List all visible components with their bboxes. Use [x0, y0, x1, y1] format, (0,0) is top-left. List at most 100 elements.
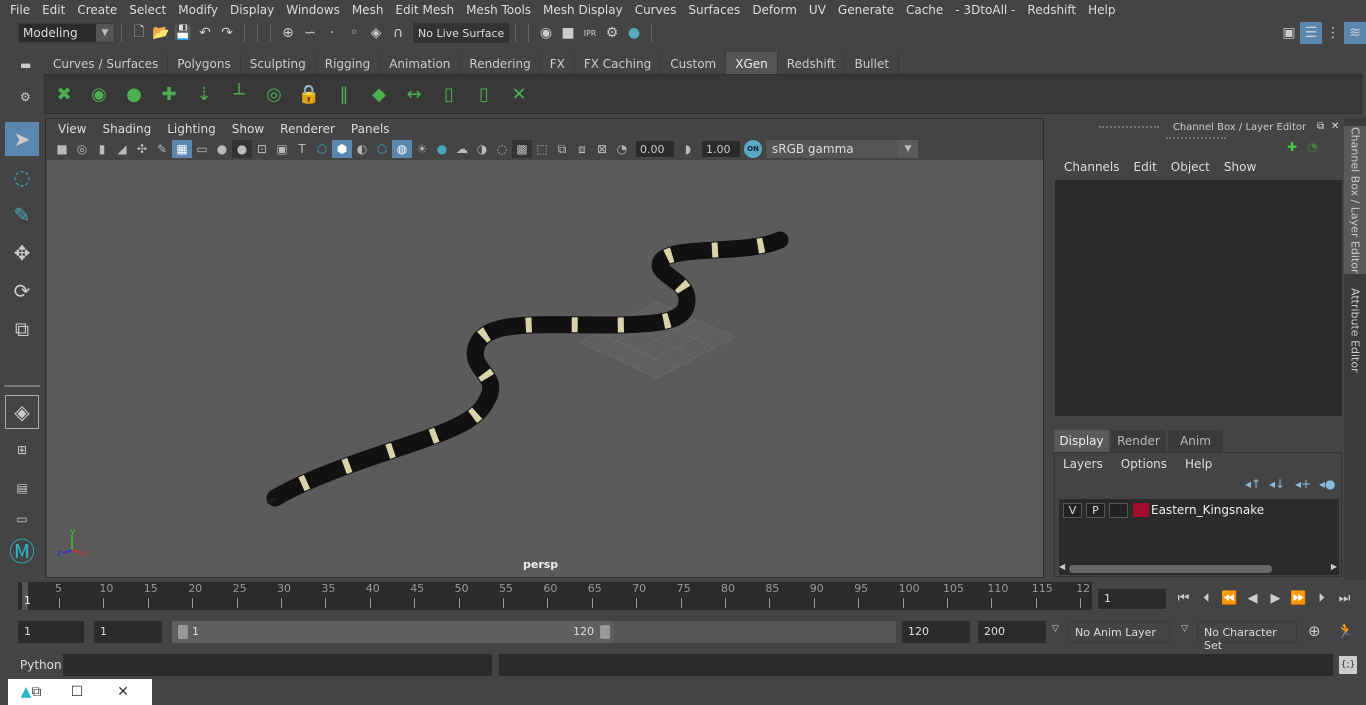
end-time-field[interactable]: 200	[978, 621, 1046, 643]
menu-modify[interactable]: Modify	[172, 3, 224, 17]
go-to-end-icon[interactable]: ⏭	[1333, 588, 1356, 608]
menu-deform[interactable]: Deform	[746, 3, 803, 17]
play-forwards-icon[interactable]: ▶	[1264, 588, 1287, 608]
paint-select-tool-icon[interactable]: ✎	[5, 198, 39, 232]
xgen-place-guides-icon[interactable]: ⇣	[189, 79, 219, 109]
graph-layout-icon[interactable]: ▭	[5, 509, 39, 529]
layer-tab-anim[interactable]: Anim	[1168, 430, 1223, 452]
menu-cache[interactable]: Cache	[900, 3, 949, 17]
channel-menu-object[interactable]: Object	[1164, 160, 1217, 174]
anim-layer-select[interactable]: No Anim Layer	[1068, 621, 1170, 643]
command-input[interactable]	[63, 654, 492, 676]
gamma-icon[interactable]: ◗	[678, 140, 698, 158]
chevron-down-icon[interactable]: ▽	[1052, 624, 1059, 634]
xgen-clear-preview-icon[interactable]: ●	[119, 79, 149, 109]
viewport-menu-show[interactable]: Show	[224, 122, 272, 136]
shelf-tab-fx-caching[interactable]: FX Caching	[574, 52, 662, 75]
xgen-preview-icon[interactable]: ◉	[84, 79, 114, 109]
snap-point-icon[interactable]: ·	[321, 22, 343, 44]
menu-mesh[interactable]: Mesh	[346, 3, 390, 17]
go-to-start-icon[interactable]: ⏮	[1172, 588, 1195, 608]
smooth-shade-icon[interactable]: ⬢	[332, 140, 352, 158]
xgen-guide-visibility-icon[interactable]: ◎	[259, 79, 289, 109]
xgen-add-guide-icon[interactable]: ┴	[224, 79, 254, 109]
menu-select[interactable]: Select	[123, 3, 172, 17]
layer-tab-display[interactable]: Display	[1054, 430, 1109, 452]
menu-mesh-tools[interactable]: Mesh Tools	[460, 3, 537, 17]
tab-channel-box[interactable]: Channel Box / Layer Editor	[1344, 126, 1366, 274]
viewport-menu-renderer[interactable]: Renderer	[272, 122, 343, 136]
xray-joints-icon[interactable]: ⊠	[592, 140, 612, 158]
current-frame-field[interactable]: 1	[1098, 589, 1166, 609]
shelf-tab-fx[interactable]: FX	[540, 52, 575, 75]
image-plane-icon[interactable]: ◢	[112, 140, 132, 158]
restore-icon[interactable]: ▲⧉	[8, 684, 54, 700]
menu-uv[interactable]: UV	[803, 3, 832, 17]
menu-mesh-display[interactable]: Mesh Display	[537, 3, 629, 17]
textured-icon[interactable]: ◍	[392, 140, 412, 158]
make-live-icon[interactable]: ∩	[387, 22, 409, 44]
close-icon[interactable]: ✕	[100, 684, 146, 700]
snap-grid-icon[interactable]: ⊕	[277, 22, 299, 44]
shelf-tab-xgen[interactable]: XGen	[726, 52, 778, 75]
playback-start-field[interactable]: 1	[94, 621, 162, 643]
layer-tab-render[interactable]: Render	[1111, 430, 1166, 452]
scale-tool-icon[interactable]: ⧉	[5, 312, 39, 346]
xgen-delete-guides-icon[interactable]: ✕	[504, 79, 534, 109]
command-language-label[interactable]: Python	[20, 658, 62, 672]
step-forward-frame-icon[interactable]: ⏵	[1310, 588, 1333, 608]
close-icon[interactable]: ✕	[1331, 121, 1339, 132]
layer-display-type-toggle[interactable]	[1109, 503, 1128, 518]
menu--3dtoall-[interactable]: - 3DtoAll -	[949, 3, 1021, 17]
character-set-select[interactable]: No Character Set	[1197, 621, 1297, 652]
lasso-tool-icon[interactable]: ◌	[5, 160, 39, 194]
menu-file[interactable]: File	[4, 3, 36, 17]
xgen-sculpt-icon[interactable]: ↔	[399, 79, 429, 109]
open-scene-icon[interactable]: 📂	[150, 22, 172, 44]
shelf-tab-animation[interactable]: Animation	[380, 52, 461, 75]
tool-settings-icon[interactable]: ⋮	[1322, 22, 1344, 44]
shelf-tab-sculpting[interactable]: Sculpting	[240, 52, 316, 75]
xgen-split-guides-icon[interactable]: ‖	[329, 79, 359, 109]
grease-pencil-icon[interactable]: ✎	[152, 140, 172, 158]
channel-menu-show[interactable]: Show	[1217, 160, 1263, 174]
xgen-lock-guides-icon[interactable]: 🔒	[294, 79, 324, 109]
layer-menu-options[interactable]: Options	[1121, 457, 1167, 471]
rotate-tool-icon[interactable]: ⟳	[5, 274, 39, 308]
xgen-region-icon[interactable]: ▯	[469, 79, 499, 109]
outliner-layout-icon[interactable]: ▤	[5, 471, 39, 505]
shelf-tab-rigging[interactable]: Rigging	[315, 52, 381, 75]
menu-generate[interactable]: Generate	[832, 3, 900, 17]
layer-playback-toggle[interactable]: P	[1086, 503, 1105, 518]
layer-scrollbar[interactable]: ◀ ▶	[1059, 562, 1339, 575]
start-time-field[interactable]: 1	[18, 621, 84, 643]
wireframe-on-shaded-icon[interactable]: ⬡	[372, 140, 392, 158]
tab-attribute-editor[interactable]: Attribute Editor	[1344, 280, 1366, 380]
four-view-layout-icon[interactable]: ⊞	[5, 433, 39, 467]
resolution-gate-icon[interactable]: ●	[212, 140, 232, 158]
anti-aliasing-icon[interactable]: ◌	[492, 140, 512, 158]
bookmark-icon[interactable]: ▮	[92, 140, 112, 158]
script-editor-icon[interactable]: {;}	[1339, 656, 1357, 674]
hypershade-icon[interactable]: ●	[623, 22, 645, 44]
use-all-lights-icon[interactable]: ☀	[412, 140, 432, 158]
exposure-field[interactable]: 0.00	[636, 141, 674, 157]
single-perspective-layout-icon[interactable]: ◈	[5, 395, 39, 429]
chevron-down-icon[interactable]: ▽	[1181, 624, 1188, 634]
step-back-frame-icon[interactable]: ⏴	[1195, 588, 1218, 608]
snap-curve-icon[interactable]: ∽	[299, 22, 321, 44]
play-backwards-icon[interactable]: ◀	[1241, 588, 1264, 608]
auto-key-icon[interactable]: ⊕	[1308, 622, 1321, 640]
xgen-groom-layers-icon[interactable]: ◆	[364, 79, 394, 109]
playback-end-field[interactable]: 120	[902, 621, 970, 643]
time-slider[interactable]: 1 5 10 15 20 25 30 35 40 45 50 55 60 65 70 75 80 85 90 95 1…	[18, 582, 1092, 610]
shelf-tab-redshift[interactable]: Redshift	[777, 52, 846, 75]
wireframe-icon[interactable]: ⬡	[312, 140, 332, 158]
shelf-tab-bullet[interactable]: Bullet	[845, 52, 900, 75]
shadows-icon[interactable]: ●	[432, 140, 452, 158]
menu-curves[interactable]: Curves	[629, 3, 683, 17]
range-start-handle[interactable]	[178, 625, 188, 639]
xgen-add-guides-icon[interactable]: ✚	[154, 79, 184, 109]
menu-create[interactable]: Create	[71, 3, 123, 17]
shelf-tab-custom[interactable]: Custom	[661, 52, 727, 75]
